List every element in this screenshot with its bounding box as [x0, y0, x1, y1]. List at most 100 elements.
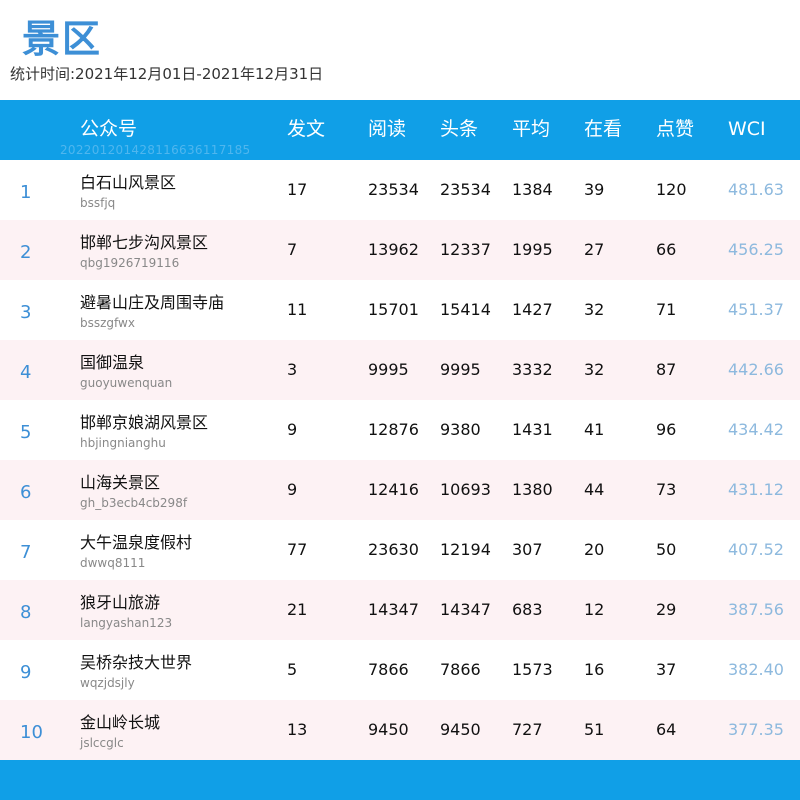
posts-value: 9 — [287, 480, 298, 499]
account-id: jslccglc — [80, 736, 124, 750]
table-row: 10 金山岭长城 jslccglc 13 9450 9450 727 51 64… — [0, 700, 800, 760]
rank: 7 — [20, 542, 32, 563]
table-row: 1 白石山风景区 bssfjq 17 23534 23534 1384 39 1… — [0, 160, 800, 220]
wci-value: 442.66 — [728, 360, 784, 379]
average-value: 307 — [512, 540, 543, 559]
col-account: 公众号 — [80, 118, 138, 140]
watching-value: 32 — [584, 300, 605, 319]
account-name: 国御温泉 — [80, 353, 145, 372]
watching-value: 16 — [584, 660, 605, 679]
watching-value: 41 — [584, 420, 605, 439]
account-name: 金山岭长城 — [80, 713, 161, 732]
posts-value: 13 — [287, 720, 308, 739]
table-row: 6 山海关景区 gh_b3ecb4cb298f 9 12416 10693 13… — [0, 460, 800, 520]
rank: 5 — [20, 422, 32, 443]
reads-value: 13962 — [368, 240, 419, 259]
rank: 4 — [20, 362, 32, 383]
wci-value: 387.56 — [728, 600, 784, 619]
account-name: 避暑山庄及周围寺庙 — [80, 293, 225, 312]
headline-value: 14347 — [440, 600, 491, 619]
reads-value: 7866 — [368, 660, 409, 679]
watching-value: 12 — [584, 600, 605, 619]
reads-value: 12416 — [368, 480, 419, 499]
likes-value: 50 — [656, 540, 677, 559]
posts-value: 21 — [287, 600, 308, 619]
account-id: qbg1926719116 — [80, 256, 180, 270]
rank: 6 — [20, 482, 32, 503]
likes-value: 96 — [656, 420, 677, 439]
table-row: 3 避暑山庄及周围寺庙 bsszgfwx 11 15701 15414 1427… — [0, 280, 800, 340]
rank: 10 — [20, 722, 43, 743]
account-name: 狼牙山旅游 — [80, 593, 161, 612]
wci-value: 481.63 — [728, 180, 784, 199]
average-value: 1431 — [512, 420, 553, 439]
wci-value: 456.25 — [728, 240, 784, 259]
likes-value: 37 — [656, 660, 677, 679]
account-name: 白石山风景区 — [80, 173, 177, 192]
account-name: 大午温泉度假村 — [80, 533, 193, 552]
watching-value: 51 — [584, 720, 605, 739]
table-row: 2 邯郸七步沟风景区 qbg1926719116 7 13962 12337 1… — [0, 220, 800, 280]
account-id: wqzjdsjly — [80, 676, 135, 690]
average-value: 3332 — [512, 360, 553, 379]
account-name: 山海关景区 — [80, 473, 161, 492]
col-watching: 在看 — [584, 118, 623, 140]
account-id: dwwq8111 — [80, 556, 146, 570]
average-value: 1995 — [512, 240, 553, 259]
reads-value: 15701 — [368, 300, 419, 319]
posts-value: 77 — [287, 540, 308, 559]
headline-value: 15414 — [440, 300, 491, 319]
headline-value: 7866 — [440, 660, 481, 679]
reads-value: 23630 — [368, 540, 419, 559]
reads-value: 9450 — [368, 720, 409, 739]
reads-value: 9995 — [368, 360, 409, 379]
likes-value: 120 — [656, 180, 687, 199]
rank: 1 — [20, 182, 32, 203]
table-row: 8 狼牙山旅游 langyashan123 21 14347 14347 683… — [0, 580, 800, 640]
account-id: bsszgfwx — [80, 316, 135, 330]
col-posts: 发文 — [287, 118, 326, 140]
table-row: 7 大午温泉度假村 dwwq8111 77 23630 12194 307 20… — [0, 520, 800, 580]
headline-value: 9995 — [440, 360, 481, 379]
likes-value: 87 — [656, 360, 677, 379]
rank: 2 — [20, 242, 32, 263]
average-value: 727 — [512, 720, 543, 739]
posts-value: 17 — [287, 180, 308, 199]
rank: 8 — [20, 602, 32, 623]
reads-value: 12876 — [368, 420, 419, 439]
wci-value: 407.52 — [728, 540, 784, 559]
table-header: 公众号 发文 阅读 头条 平均 在看 点赞 WCI 20220120142811… — [0, 100, 800, 160]
reads-value: 23534 — [368, 180, 419, 199]
watermark-code: 20220120142811663611718​5 — [60, 143, 251, 157]
watching-value: 32 — [584, 360, 605, 379]
account-id: guoyuwenquan — [80, 376, 173, 390]
posts-value: 5 — [287, 660, 298, 679]
account-id: hbjingnianghu — [80, 436, 166, 450]
posts-value: 9 — [287, 420, 298, 439]
likes-value: 66 — [656, 240, 677, 259]
col-wci: WCI — [728, 118, 766, 140]
likes-value: 29 — [656, 600, 677, 619]
posts-value: 11 — [287, 300, 308, 319]
col-reads: 阅读 — [368, 118, 407, 140]
watching-value: 44 — [584, 480, 605, 499]
average-value: 1380 — [512, 480, 553, 499]
col-headline: 头条 — [440, 118, 479, 140]
account-name: 邯郸京娘湖风景区 — [80, 413, 209, 432]
statistics-period: 统计时间:2021年12月01日-2021年12月31日 — [10, 65, 324, 83]
footer-bar — [0, 760, 800, 800]
posts-value: 7 — [287, 240, 298, 259]
average-value: 1573 — [512, 660, 553, 679]
posts-value: 3 — [287, 360, 298, 379]
account-id: bssfjq — [80, 196, 116, 210]
wci-value: 451.37 — [728, 300, 784, 319]
headline-value: 12194 — [440, 540, 491, 559]
table-row: 5 邯郸京娘湖风景区 hbjingnianghu 9 12876 9380 14… — [0, 400, 800, 460]
headline-value: 9380 — [440, 420, 481, 439]
account-name: 邯郸七步沟风景区 — [80, 233, 209, 252]
headline-value: 12337 — [440, 240, 491, 259]
wci-value: 377.35 — [728, 720, 784, 739]
rank: 9 — [20, 662, 32, 683]
headline-value: 9450 — [440, 720, 481, 739]
average-value: 683 — [512, 600, 543, 619]
